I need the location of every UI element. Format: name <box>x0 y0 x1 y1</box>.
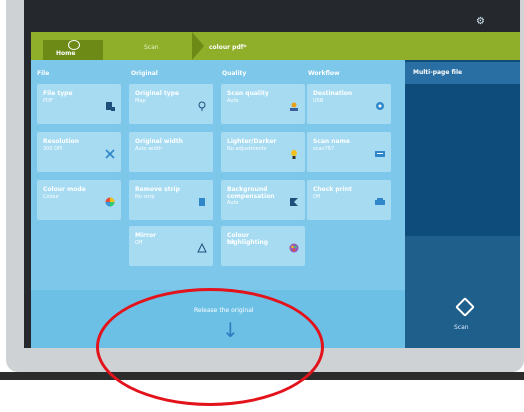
tile-colour-mode[interactable]: Colour mode Colour <box>37 180 121 220</box>
cloud-icon <box>198 101 206 111</box>
tile-title: Destination <box>313 90 353 97</box>
settings-panel: File Original Quality Workflow File type… <box>31 60 405 290</box>
tile-value: PDF <box>43 98 53 104</box>
tile-colour-highlighting[interactable]: Colour highlighting Off <box>221 226 305 266</box>
side-panel-top <box>405 60 520 236</box>
breadcrumb-current: colour pdf* <box>209 44 247 51</box>
breadcrumb <box>31 32 520 60</box>
tile-value: Auto <box>227 98 239 104</box>
palette-icon <box>289 243 299 253</box>
document-icon <box>106 102 115 111</box>
location-pin-icon <box>376 102 384 110</box>
tile-value: Auto <box>227 200 239 206</box>
tile-scan-name[interactable]: Scan name scan767 <box>307 132 391 172</box>
tile-title: Scan name <box>313 138 350 145</box>
tile-value: scan767 <box>313 146 335 152</box>
tile-value: USB <box>313 98 324 104</box>
keyboard-icon <box>375 151 385 157</box>
column-header-workflow: Workflow <box>308 70 340 77</box>
scan-button[interactable]: Scan <box>422 297 506 340</box>
tile-title: Mirror <box>135 232 157 239</box>
tile-resolution[interactable]: Resolution 300 DPI <box>37 132 121 172</box>
tile-original-width[interactable]: Original width Auto width <box>129 132 213 172</box>
tile-title: Original type <box>135 90 180 97</box>
breadcrumb-scan[interactable]: Scan <box>144 44 159 51</box>
tile-lighter-darker[interactable]: Lighter/Darker No adjustments <box>221 132 305 172</box>
quality-icon <box>290 102 298 111</box>
home-label: Home <box>56 50 76 57</box>
color-wheel-icon <box>105 197 115 207</box>
breadcrumb-separator <box>192 32 204 60</box>
tile-title: Background compensation <box>227 186 275 200</box>
touch-screen: ⚙ Home Scan colour pdf* File Original Qu… <box>24 0 520 348</box>
tile-mirror[interactable]: Mirror Off <box>129 226 213 266</box>
tile-original-type[interactable]: Original type Map <box>129 84 213 124</box>
printer-icon <box>375 198 385 205</box>
close-icon <box>105 149 115 159</box>
tile-value: Colour <box>43 194 60 200</box>
column-header-file: File <box>37 70 50 77</box>
tile-title: Scan quality <box>227 90 269 97</box>
scan-label: Scan <box>454 324 469 331</box>
tab-multi-page-file[interactable]: Multi-page file <box>405 62 520 84</box>
tile-value: Auto width <box>135 146 162 152</box>
tile-value: Off <box>227 240 235 246</box>
tile-value: 300 DPI <box>43 146 63 152</box>
scan-icon <box>455 297 475 317</box>
tile-title: Original width <box>135 138 183 145</box>
tile-value: Map <box>135 98 146 104</box>
tile-destination[interactable]: Destination USB <box>307 84 391 124</box>
tile-title: Lighter/Darker <box>227 138 277 145</box>
tile-file-type[interactable]: File type PDF <box>37 84 121 124</box>
strip-icon <box>199 198 205 206</box>
tile-title: File type <box>43 90 73 97</box>
settings-icon[interactable]: ⚙ <box>476 16 485 27</box>
tile-check-print[interactable]: Check print Off <box>307 180 391 220</box>
tile-scan-quality[interactable]: Scan quality Auto <box>221 84 305 124</box>
tile-value: No strip <box>135 194 155 200</box>
tile-title: Colour mode <box>43 186 86 193</box>
tile-title: Colour highlighting <box>227 232 269 246</box>
tile-value: No adjustments <box>227 146 267 152</box>
mirror-icon <box>197 243 207 253</box>
column-header-quality: Quality <box>222 70 247 77</box>
tile-title: Check print <box>313 186 352 193</box>
tile-remove-strip[interactable]: Remove strip No strip <box>129 180 213 220</box>
lightbulb-icon <box>291 150 297 159</box>
tile-value: Off <box>313 194 321 200</box>
flag-icon <box>290 198 298 206</box>
column-header-original: Original <box>131 70 158 77</box>
red-annotation-ellipse <box>96 288 324 406</box>
home-icon <box>68 40 80 50</box>
tab-label: Multi-page file <box>413 69 463 76</box>
home-button[interactable]: Home <box>43 40 103 60</box>
tile-background-compensation[interactable]: Background compensation Auto <box>221 180 305 220</box>
tile-title: Resolution <box>43 138 80 145</box>
tile-value: Off <box>135 240 143 246</box>
tile-title: Remove strip <box>135 186 180 193</box>
